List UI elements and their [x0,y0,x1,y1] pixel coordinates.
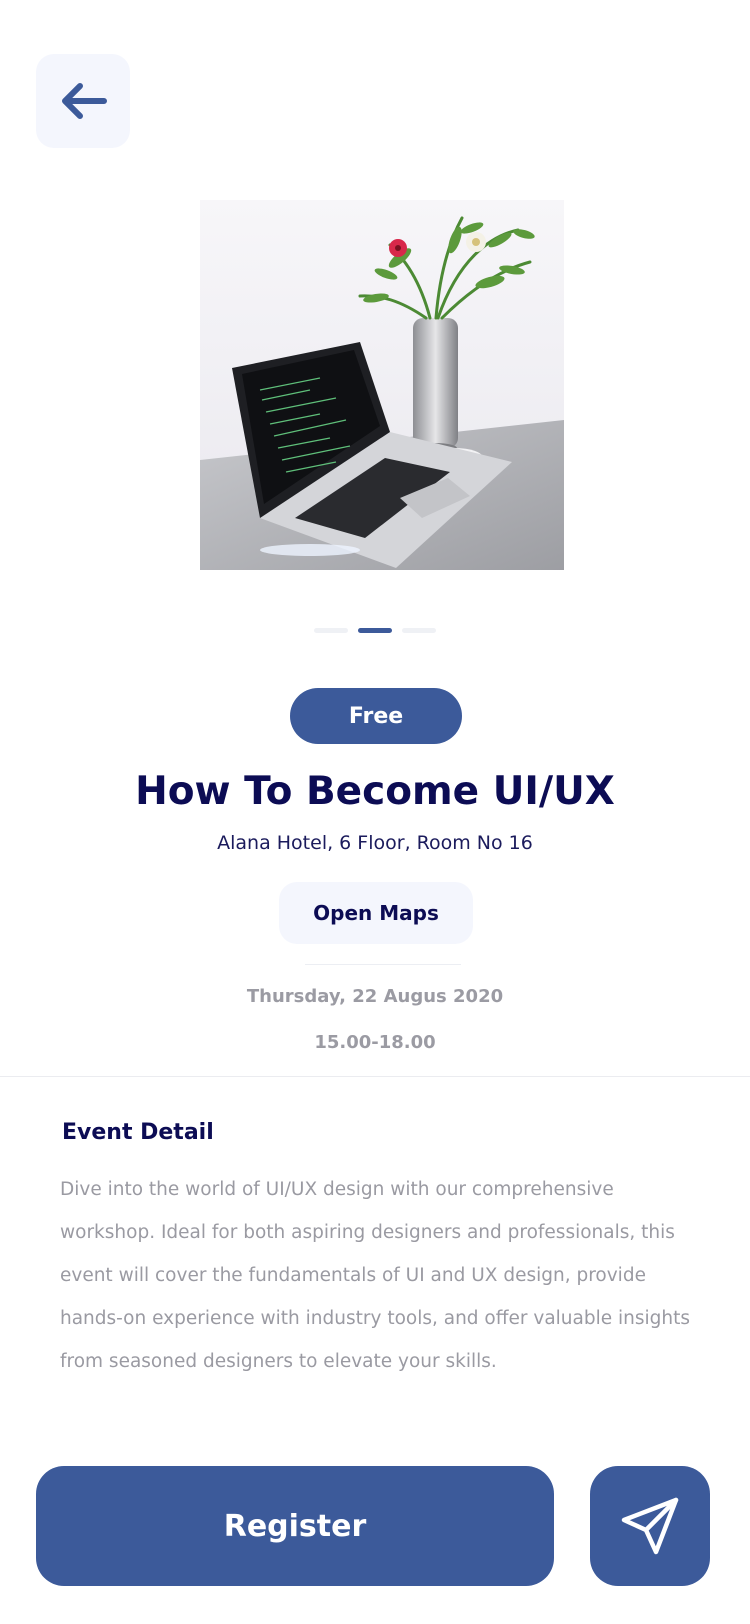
carousel-dot[interactable] [402,628,436,633]
event-description: Dive into the world of UI/UX design with… [60,1179,691,1372]
event-title: How To Become UI/UX [135,769,615,814]
divider [305,964,461,965]
share-button[interactable] [590,1466,710,1586]
register-button[interactable]: Register [36,1466,554,1586]
arrow-left-icon [62,83,107,119]
carousel-dot-active[interactable] [358,628,392,633]
open-maps-button[interactable]: Open Maps [279,882,473,944]
event-location: Alana Hotel, 6 Floor, Room No 16 [217,832,533,854]
send-icon [621,1497,679,1555]
carousel-dot[interactable] [314,628,348,633]
event-detail-heading: Event Detail [62,1120,214,1145]
carousel-indicator [0,628,750,634]
event-time: 15.00-18.00 [314,1032,436,1053]
section-divider [0,1076,750,1077]
back-button[interactable] [36,54,130,148]
event-date: Thursday, 22 Augus 2020 [246,986,504,1007]
price-badge: Free [290,688,462,744]
event-image [200,200,564,570]
